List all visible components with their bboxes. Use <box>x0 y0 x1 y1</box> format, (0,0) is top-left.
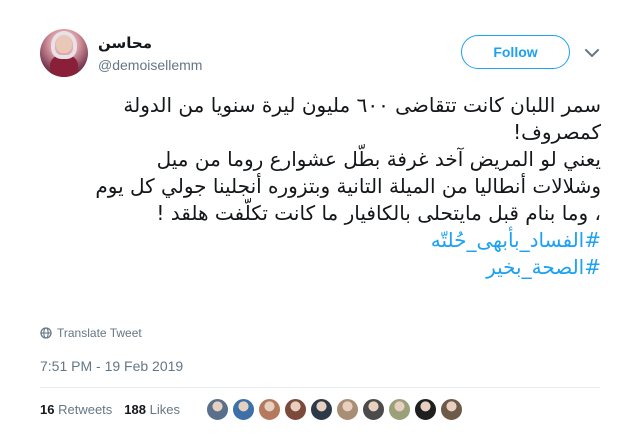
avatar-face <box>56 35 72 53</box>
tweet-line: وشلالات أنطاليا من الميلة التانية وبتزور… <box>95 174 601 198</box>
globe-icon <box>40 327 52 339</box>
follow-button[interactable]: Follow <box>461 35 570 69</box>
tweet-line: ، وما بنام قبل مايتحلى بالكافيار ما كانت… <box>156 201 601 225</box>
author-name[interactable]: محاسن <box>98 34 152 52</box>
user-avatar[interactable] <box>309 397 334 422</box>
tweet-timestamp[interactable]: 7:51 PM - 19 Feb 2019 <box>40 358 183 374</box>
hashtag-link[interactable]: #الفساد_بأبهى_حُلتّه <box>36 227 601 254</box>
liker-avatars <box>205 397 465 422</box>
divider <box>40 387 600 388</box>
translate-label: Translate Tweet <box>57 326 142 340</box>
likes-count: 188 <box>124 402 146 417</box>
chevron-down-icon[interactable] <box>584 46 600 58</box>
retweets-stat[interactable]: 16 Retweets <box>40 402 112 417</box>
author-handle[interactable]: @demoisellemm <box>98 57 202 73</box>
likes-label: Likes <box>149 402 180 417</box>
translate-tweet-link[interactable]: Translate Tweet <box>40 326 142 340</box>
tweet-stats: 16 Retweets 188 Likes <box>40 402 180 417</box>
retweets-label: Retweets <box>58 402 113 417</box>
user-avatar[interactable] <box>205 397 230 422</box>
user-avatar[interactable] <box>413 397 438 422</box>
tweet-card: محاسن @demoisellemm Follow سمر اللبان كا… <box>0 0 640 437</box>
user-avatar[interactable] <box>283 397 308 422</box>
user-avatar[interactable] <box>439 397 464 422</box>
likes-stat[interactable]: 188 Likes <box>124 402 180 417</box>
author-avatar[interactable] <box>40 29 88 77</box>
user-avatar[interactable] <box>361 397 386 422</box>
hashtag-link[interactable]: #الصحة_بخير <box>36 254 601 281</box>
retweets-count: 16 <box>40 402 55 417</box>
tweet-text: سمر اللبان كانت تتقاضى ٦٠٠ مليون ليرة سن… <box>36 92 601 281</box>
user-avatar[interactable] <box>335 397 360 422</box>
user-avatar[interactable] <box>257 397 282 422</box>
tweet-line: سمر اللبان كانت تتقاضى ٦٠٠ مليون ليرة سن… <box>123 93 601 117</box>
user-avatar[interactable] <box>231 397 256 422</box>
tweet-line: كمصروف! <box>513 120 601 144</box>
tweet-line: يعني لو المريض آخد غرفة بطّل عشوارع روما… <box>156 147 601 171</box>
user-avatar[interactable] <box>387 397 412 422</box>
